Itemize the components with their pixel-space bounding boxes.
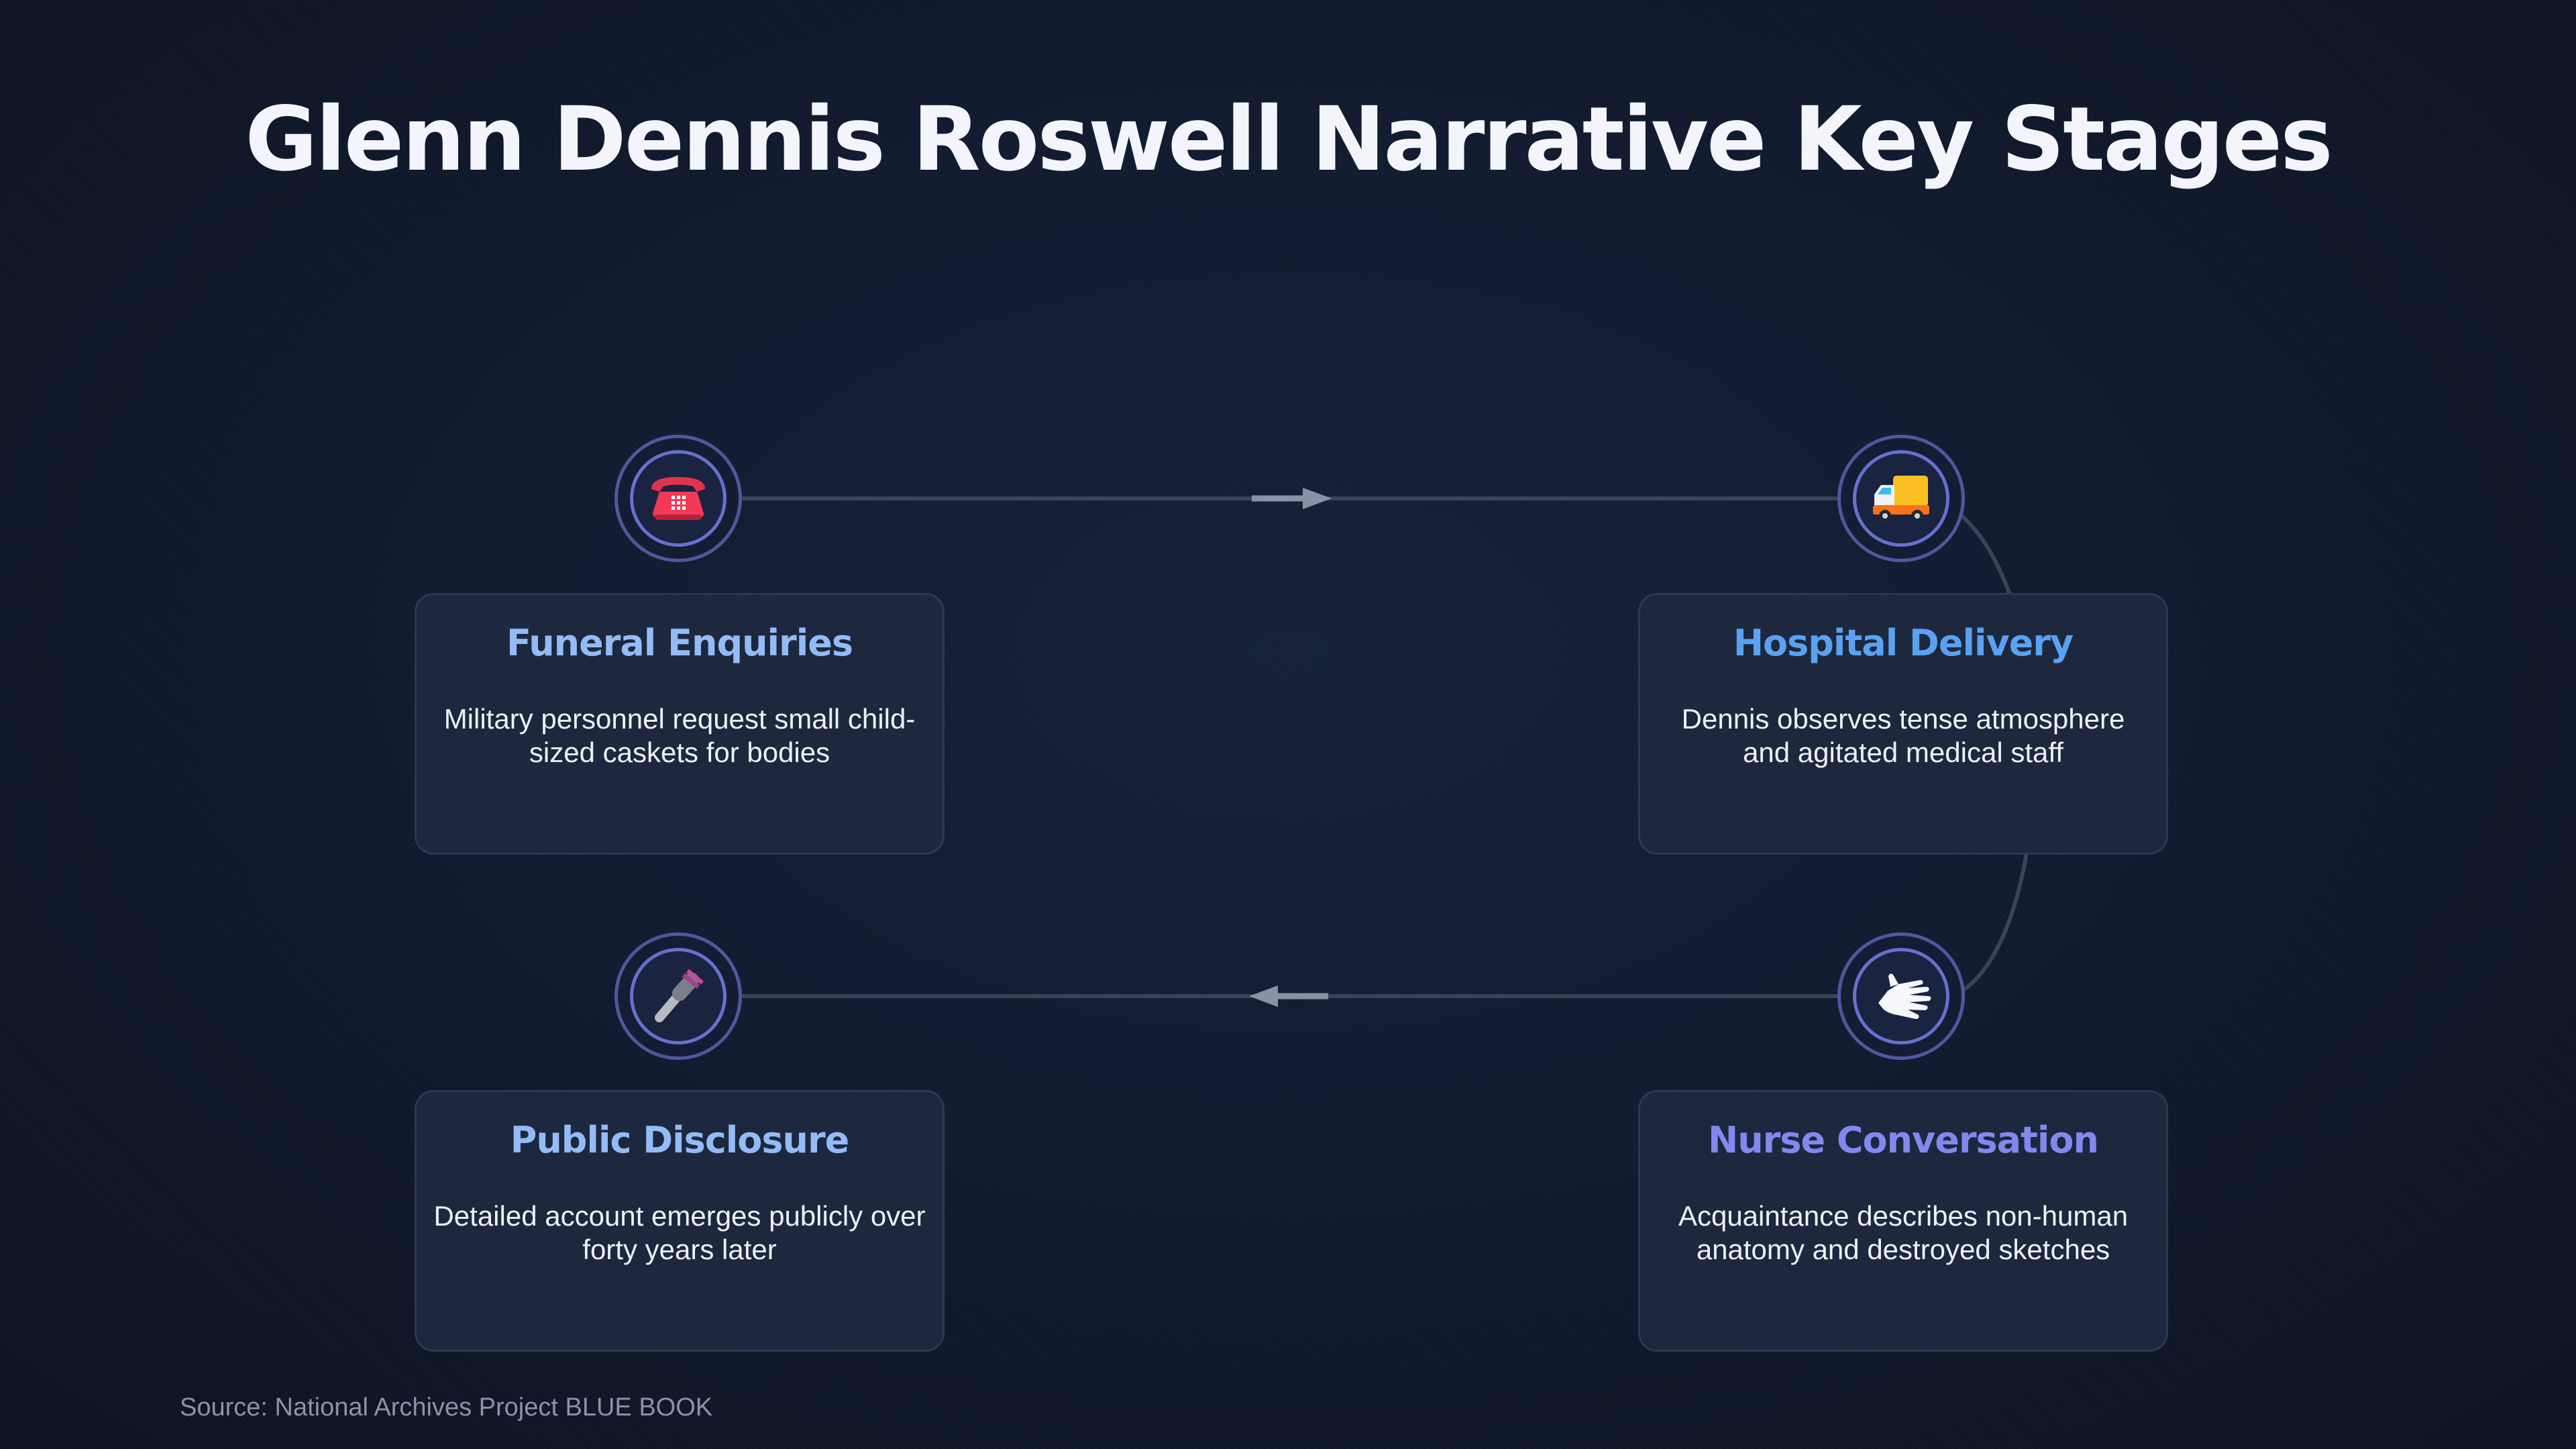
stage-title: Nurse Conversation [1708, 1119, 2099, 1161]
stage-node-public-disclosure [614, 932, 742, 1060]
delivery-truck-icon [1873, 476, 1929, 522]
stage-title: Hospital Delivery [1733, 622, 2074, 664]
stage-description: Detailed account emerges publicly over f… [433, 1200, 926, 1265]
hand-icon [1878, 973, 1931, 1019]
stage-node-funeral-enquiries [614, 435, 742, 562]
stage-description: Dennis observes tense atmosphere and agi… [1681, 703, 2125, 768]
stage-description: Military personnel request small child-s… [443, 703, 916, 768]
stage-title: Public Disclosure [510, 1119, 849, 1161]
source-note: Source: National Archives Project BLUE B… [180, 1393, 713, 1421]
stage-title: Funeral Enquiries [506, 622, 853, 664]
arrow-left-head [1249, 985, 1278, 1007]
stage-node-nurse-conversation [1837, 932, 1965, 1060]
microphone-icon [655, 969, 704, 1022]
telephone-icon [651, 477, 705, 520]
stage-card-funeral-enquiries: Funeral Enquiries Military personnel req… [415, 593, 945, 855]
stage-card-public-disclosure: Public Disclosure Detailed account emerg… [415, 1090, 945, 1352]
stage-card-hospital-delivery: Hospital Delivery Dennis observes tense … [1638, 593, 2168, 855]
stage-description: Acquaintance describes non-human anatomy… [1678, 1200, 2129, 1265]
flow-connectors [741, 488, 2037, 1007]
stage-card-nurse-conversation: Nurse Conversation Acquaintance describe… [1638, 1090, 2168, 1352]
stage-node-hospital-delivery [1837, 435, 1965, 562]
arrow-right-head [1303, 488, 1332, 509]
